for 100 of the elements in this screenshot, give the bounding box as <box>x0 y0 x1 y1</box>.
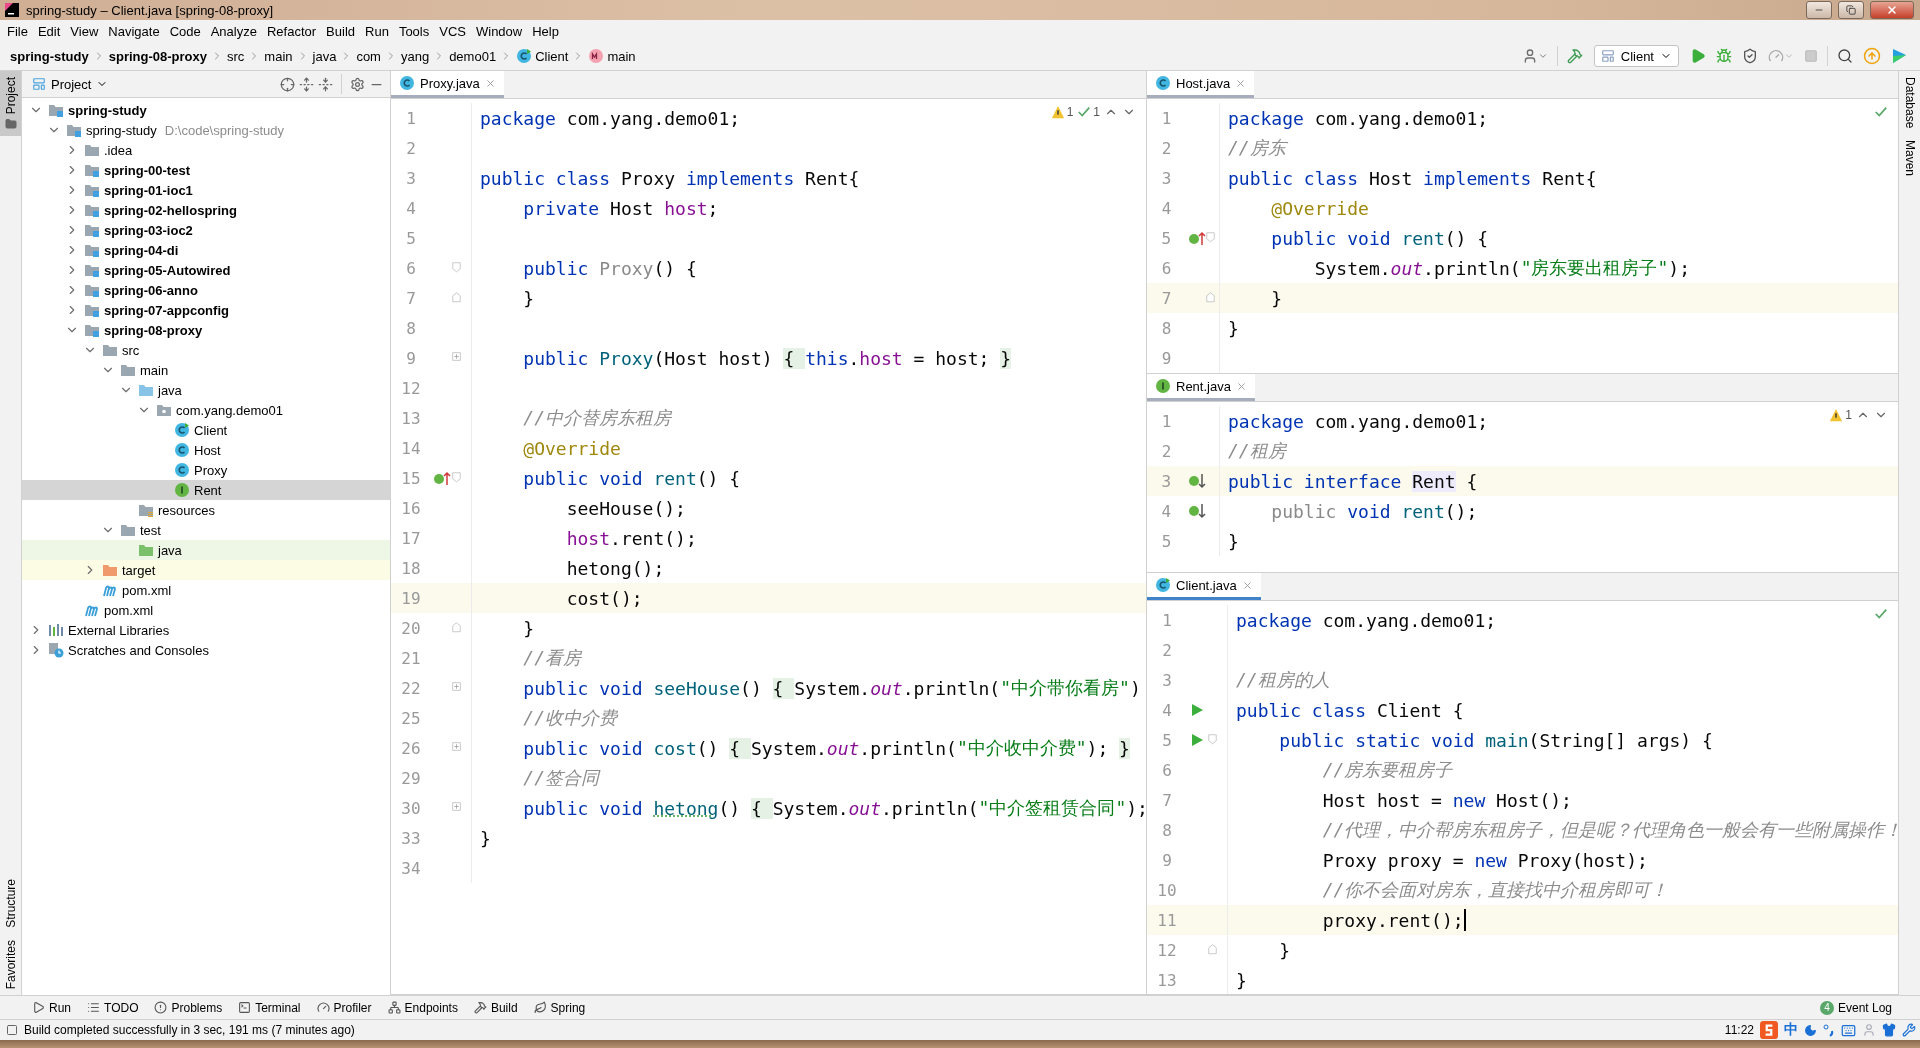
tree-item[interactable]: spring-06-anno <box>22 280 390 300</box>
tool-window-button[interactable]: TODO <box>79 1000 147 1015</box>
breadcrumb[interactable]: spring-08-proxy <box>108 48 207 64</box>
line-number: 15 <box>400 468 422 488</box>
line-number: 19 <box>400 588 422 608</box>
run-configuration[interactable]: Client <box>1593 45 1679 67</box>
breadcrumb[interactable]: spring-study <box>10 48 89 64</box>
tool-window-button[interactable]: Profiler <box>308 1000 380 1015</box>
fold-icon <box>452 621 464 635</box>
tool-window-button[interactable]: Project <box>0 71 21 137</box>
panel-title[interactable]: Project <box>28 76 113 92</box>
close-icon[interactable] <box>484 77 496 89</box>
tree-item[interactable]: spring-04-di <box>22 240 390 260</box>
menu-item[interactable]: Analyze <box>205 23 262 39</box>
tree-item[interactable]: Rent <box>22 480 390 500</box>
close-icon[interactable] <box>1235 77 1247 89</box>
settings-icon[interactable] <box>350 76 365 92</box>
gauge-icon <box>1768 48 1784 64</box>
expand-all-icon[interactable] <box>299 76 314 92</box>
tree-item[interactable]: External Libraries <box>22 620 390 640</box>
tool-window-button[interactable]: Build <box>465 1000 526 1015</box>
tree-item[interactable]: target <box>22 560 390 580</box>
test-folder-icon <box>138 542 154 558</box>
tree-item[interactable]: spring-07-appconfig <box>22 300 390 320</box>
runnable-class-icon <box>516 48 533 64</box>
menu-item[interactable]: Code <box>164 23 206 39</box>
tree-item[interactable]: java <box>22 380 390 400</box>
code-line: public void rent() { <box>522 467 741 489</box>
tree-item[interactable]: spring-01-ioc1 <box>22 180 390 200</box>
code-line: //中介替房东租房 <box>522 406 672 430</box>
tool-window-button[interactable]: Spring <box>525 1000 594 1015</box>
tool-window-button[interactable]: Structure <box>0 872 21 934</box>
editor-tab[interactable]: Rent.java <box>1147 374 1255 401</box>
breadcrumb[interactable]: src <box>227 48 245 64</box>
maximize-button[interactable] <box>1838 1 1864 19</box>
breadcrumb[interactable]: main <box>264 48 293 64</box>
breadcrumb[interactable]: demo01 <box>449 48 497 64</box>
locate-icon[interactable] <box>280 76 295 92</box>
menu-item[interactable]: Tools <box>393 23 435 39</box>
code-line: @Override <box>522 437 621 459</box>
tool-window-button[interactable]: Maven <box>1899 134 1920 183</box>
tree-item[interactable]: spring-00-test <box>22 160 390 180</box>
tree-item[interactable]: pom.xml <box>22 580 390 600</box>
menu-item[interactable]: Help <box>527 23 564 39</box>
class-icon <box>1155 75 1171 91</box>
tree-item[interactable]: resources <box>22 500 390 520</box>
minimize-button[interactable] <box>1806 1 1832 19</box>
tree-item[interactable]: main <box>22 360 390 380</box>
code-line: //租房的人 <box>1236 668 1330 692</box>
line-number: 17 <box>400 528 422 548</box>
tool-window-button[interactable]: Endpoints <box>379 1000 466 1015</box>
code-line: proxy.rent(); <box>1321 909 1464 931</box>
tool-window-button[interactable]: Favorites <box>0 933 21 995</box>
line-number: 1 <box>405 108 417 128</box>
menu-item[interactable]: Navigate <box>103 23 165 39</box>
tree-item[interactable]: .idea <box>22 140 390 160</box>
collapse-all-icon[interactable] <box>318 76 333 92</box>
editor-tab[interactable]: Proxy.java <box>391 71 504 98</box>
tree-item[interactable]: Proxy <box>22 460 390 480</box>
tree-item[interactable]: Host <box>22 440 390 460</box>
line-number: 6 <box>1160 258 1173 278</box>
close-icon[interactable] <box>1241 579 1253 591</box>
tree-item[interactable]: java <box>22 540 390 560</box>
breadcrumb[interactable]: com <box>356 48 381 64</box>
unfold-icon <box>452 682 464 694</box>
breadcrumb[interactable]: main <box>588 48 636 64</box>
code-line: } <box>522 617 535 639</box>
code-line: public class Client { <box>1236 699 1464 721</box>
editor-tab[interactable]: Client.java <box>1147 573 1261 600</box>
event-log-button[interactable]: 4 Event Log <box>1811 1000 1900 1015</box>
tree-item[interactable]: spring-study D:\code\spring-study <box>22 120 390 140</box>
menu-item[interactable]: Refactor <box>261 23 322 39</box>
tool-window-button[interactable]: Database <box>1899 71 1920 135</box>
tree-item[interactable]: spring-02-hellospring <box>22 200 390 220</box>
tree-item[interactable]: spring-05-Autowired <box>22 260 390 280</box>
tree-item[interactable]: Client <box>22 420 390 440</box>
tool-window-button[interactable]: Problems <box>146 1000 231 1015</box>
tree-item[interactable]: pom.xml <box>22 600 390 620</box>
tree-item[interactable]: test <box>22 520 390 540</box>
close-button[interactable] <box>1870 1 1914 19</box>
tool-window-button[interactable]: Terminal <box>230 1000 309 1015</box>
tool-window-button[interactable]: Run <box>24 1000 79 1015</box>
menu-item[interactable]: Run <box>360 23 394 39</box>
close-icon[interactable] <box>1235 380 1247 392</box>
menu-item[interactable]: File <box>2 23 33 39</box>
tree-item[interactable]: spring-08-proxy <box>22 320 390 340</box>
menu-item[interactable]: Window <box>470 23 528 39</box>
breadcrumb[interactable]: Client <box>516 48 569 64</box>
editor-tab[interactable]: Host.java <box>1147 71 1255 98</box>
tree-item[interactable]: com.yang.demo01 <box>22 400 390 420</box>
breadcrumb[interactable]: yang <box>400 48 430 64</box>
menu-item[interactable]: View <box>65 23 104 39</box>
tree-item[interactable]: spring-study <box>22 100 390 120</box>
tree-item[interactable]: Scratches and Consoles <box>22 640 390 660</box>
menu-item[interactable]: VCS <box>434 23 471 39</box>
menu-item[interactable]: Edit <box>32 23 66 39</box>
tree-item[interactable]: spring-03-ioc2 <box>22 220 390 240</box>
tree-item[interactable]: src <box>22 340 390 360</box>
breadcrumb[interactable]: java <box>312 48 337 64</box>
menu-item[interactable]: Build <box>321 23 360 39</box>
